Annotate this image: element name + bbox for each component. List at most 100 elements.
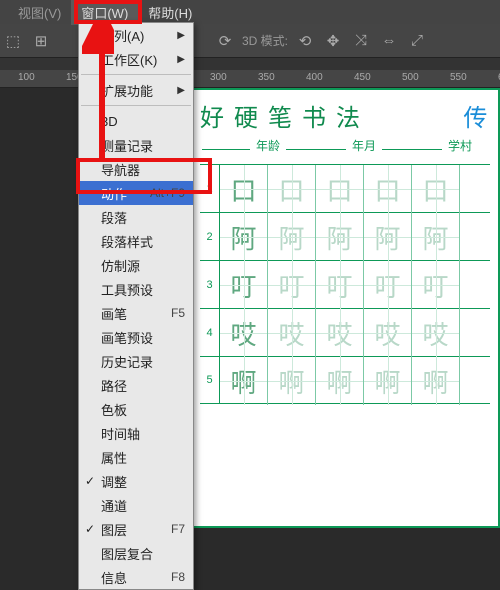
- menu-item[interactable]: 信息F8: [79, 565, 193, 589]
- menu-item-label: 图层复合: [101, 544, 153, 563]
- ruler-tick: 300: [210, 72, 227, 83]
- walk-icon[interactable]: ⤨: [350, 30, 372, 52]
- window-menu-dropdown: 排列(A)▶工作区(K)▶ 扩展功能 ▶ 3D 测量记录导航器动作 Alt+F9 段落段落样…: [78, 22, 194, 590]
- practice-cell: 叮: [220, 261, 268, 309]
- practice-cell: 啊: [316, 357, 364, 405]
- menu-item[interactable]: 画笔 F5: [79, 301, 193, 325]
- practice-cell: 叮: [412, 261, 460, 309]
- menu-item[interactable]: 排列(A)▶: [79, 23, 193, 47]
- refresh-icon[interactable]: ⟳: [214, 30, 236, 52]
- tool-icon-b[interactable]: ⊞: [30, 30, 52, 52]
- practice-cell: 阿: [364, 213, 412, 261]
- check-icon: ✓: [85, 522, 95, 536]
- mode-3d-label: 3D 模式:: [242, 32, 288, 49]
- menu-shortcut: F5: [171, 306, 185, 320]
- practice-cell: 口: [316, 165, 364, 213]
- slide-icon[interactable]: ⇔: [378, 30, 400, 52]
- menu-item-label: 段落: [101, 208, 127, 227]
- menu-item-label: 3D: [101, 114, 118, 129]
- row-index: 2: [200, 213, 220, 260]
- scale-icon[interactable]: ⤢: [406, 30, 428, 52]
- menu-item-label: 调整: [101, 472, 127, 491]
- menu-item-label: 色板: [101, 400, 127, 419]
- practice-row: 3叮叮叮叮叮: [200, 260, 490, 308]
- row-index: 5: [200, 357, 220, 403]
- menu-item-label: 信息: [101, 568, 127, 587]
- menu-item[interactable]: 段落样式: [79, 229, 193, 253]
- menu-window[interactable]: 窗口(W): [71, 0, 138, 25]
- menu-item[interactable]: 工具预设: [79, 277, 193, 301]
- menu-item-label: 图层: [101, 520, 127, 539]
- ruler-tick: 100: [18, 72, 35, 83]
- menu-view[interactable]: 视图(V): [8, 0, 71, 25]
- orbit-icon[interactable]: ⟲: [294, 30, 316, 52]
- ruler-tick: 550: [450, 72, 467, 83]
- menu-help[interactable]: 帮助(H): [138, 0, 202, 25]
- menu-item[interactable]: 时间轴: [79, 421, 193, 445]
- practice-cell: 啊: [268, 357, 316, 405]
- practice-cell: 叮: [316, 261, 364, 309]
- pan-icon[interactable]: ✥: [322, 30, 344, 52]
- menu-item[interactable]: 扩展功能 ▶: [79, 78, 193, 102]
- ruler-horizontal: 50100150200250300350400450500550600650: [0, 70, 500, 88]
- row-index: 1: [200, 165, 220, 212]
- submenu-arrow-icon: ▶: [177, 85, 185, 96]
- practice-cell: 阿: [412, 213, 460, 261]
- check-icon: ✓: [85, 474, 95, 488]
- menu-item[interactable]: 属性: [79, 445, 193, 469]
- menu-item-label: 导航器: [101, 160, 140, 179]
- menu-item[interactable]: 3D: [79, 109, 193, 133]
- doc-subline: 年龄 年月 学村: [200, 137, 490, 154]
- menu-item[interactable]: 测量记录: [79, 133, 193, 157]
- menu-item[interactable]: 仿制源: [79, 253, 193, 277]
- practice-cell: 阿: [220, 213, 268, 261]
- document-canvas: 好硬笔书法 传 年龄 年月 学村 1口口口口口2阿阿阿阿阿3叮叮叮叮叮4哎哎哎哎…: [190, 88, 500, 528]
- menu-item-label: 通道: [101, 496, 127, 515]
- ruler-tick: 450: [354, 72, 371, 83]
- menu-shortcut: Alt+F9: [150, 186, 185, 200]
- practice-cell: 叮: [364, 261, 412, 309]
- ruler-tick: 500: [402, 72, 419, 83]
- doc-title: 好硬笔书法 传: [200, 98, 490, 133]
- menu-item[interactable]: 工作区(K)▶: [79, 47, 193, 71]
- practice-cell: 口: [364, 165, 412, 213]
- menu-separator: [81, 74, 191, 75]
- menu-item-label: 历史记录: [101, 352, 153, 371]
- menu-item-label: 工作区(K): [101, 50, 157, 69]
- practice-cell: 啊: [364, 357, 412, 405]
- menu-item[interactable]: 段落: [79, 205, 193, 229]
- menu-item[interactable]: 历史记录: [79, 349, 193, 373]
- menu-item-label: 画笔: [101, 304, 127, 323]
- practice-row: 5啊啊啊啊啊: [200, 356, 490, 404]
- menu-separator: [81, 105, 191, 106]
- menu-item[interactable]: 画笔预设: [79, 325, 193, 349]
- practice-cell: 哎: [220, 309, 268, 357]
- menu-item[interactable]: 图层复合: [79, 541, 193, 565]
- menu-item[interactable]: ✓ 调整: [79, 469, 193, 493]
- menu-item[interactable]: 动作 Alt+F9: [79, 181, 193, 205]
- menu-item[interactable]: ✓图层F7: [79, 517, 193, 541]
- menu-item-label: 动作: [101, 184, 127, 203]
- options-toolbar: ⬚ ⊞ ⟳ 3D 模式: ⟲ ✥ ⤨ ⇔ ⤢: [0, 24, 500, 58]
- practice-cell: 口: [268, 165, 316, 213]
- menu-item-label: 测量记录: [101, 136, 153, 155]
- practice-cell: 哎: [364, 309, 412, 357]
- ruler-tick: 400: [306, 72, 323, 83]
- menu-item-label: 属性: [101, 448, 127, 467]
- practice-grid: 1口口口口口2阿阿阿阿阿3叮叮叮叮叮4哎哎哎哎哎5啊啊啊啊啊: [200, 164, 490, 404]
- menu-item-label: 排列(A): [101, 26, 144, 45]
- practice-cell: 口: [412, 165, 460, 213]
- menu-item[interactable]: 通道: [79, 493, 193, 517]
- menubar: 视图(V) 窗口(W) 帮助(H): [0, 0, 500, 24]
- menu-item[interactable]: 路径: [79, 373, 193, 397]
- menu-item[interactable]: 导航器: [79, 157, 193, 181]
- practice-cell: 哎: [412, 309, 460, 357]
- tool-icon-a[interactable]: ⬚: [2, 30, 24, 52]
- menu-item[interactable]: 色板: [79, 397, 193, 421]
- row-index: 3: [200, 261, 220, 308]
- practice-row: 4哎哎哎哎哎: [200, 308, 490, 356]
- practice-cell: 哎: [268, 309, 316, 357]
- menu-item-label: 扩展功能: [101, 81, 153, 100]
- row-index: 4: [200, 309, 220, 356]
- ruler-tick: 350: [258, 72, 275, 83]
